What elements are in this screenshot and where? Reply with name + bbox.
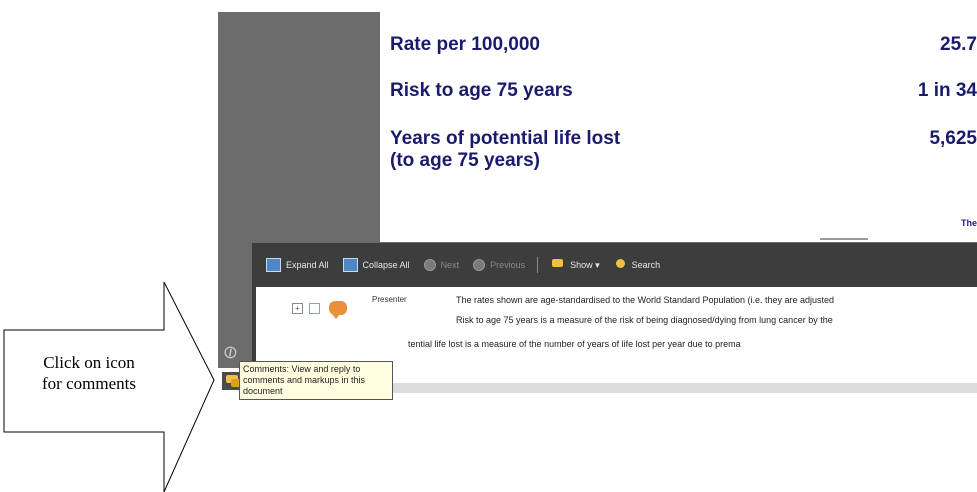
callout-line-2: for comments xyxy=(42,374,136,393)
callout-text: Click on icon for comments xyxy=(14,352,164,394)
callout-line-1: Click on icon xyxy=(43,353,135,372)
callout-arrow xyxy=(3,281,215,492)
